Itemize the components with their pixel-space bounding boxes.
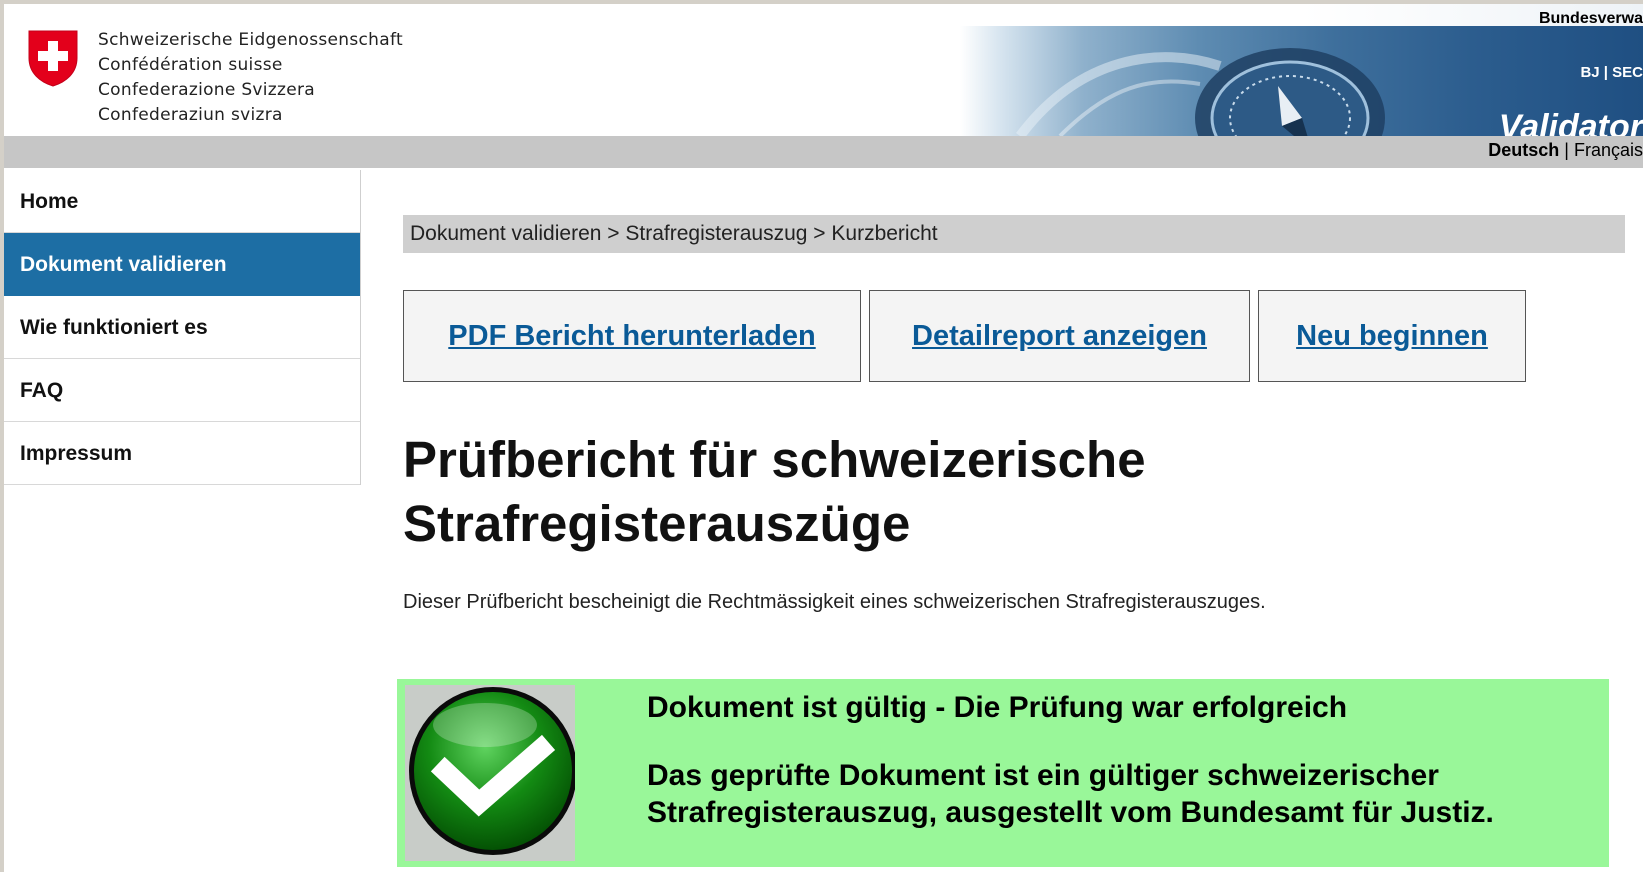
- detail-report-button[interactable]: Detailreport anzeigen: [869, 290, 1250, 382]
- page-title-line1: Prüfbericht für schweizerische: [403, 431, 1146, 488]
- result-icon-frame: [405, 685, 577, 861]
- confederation-name-rm: Confederaziun svizra: [98, 105, 283, 125]
- sidebar-item-home[interactable]: Home: [4, 170, 360, 233]
- validation-result: Dokument ist gültig - Die Prüfung war er…: [397, 679, 1609, 867]
- sidebar-nav: Home Dokument validieren Wie funktionier…: [4, 170, 361, 485]
- sidebar-item-wie-funktioniert-es[interactable]: Wie funktioniert es: [4, 296, 360, 359]
- checkmark-icon: [409, 687, 577, 855]
- header-banner: BJ | SEC Validator: [960, 26, 1643, 136]
- result-message: Das geprüfte Dokument ist ein gültiger s…: [647, 757, 1587, 831]
- confederation-name-it: Confederazione Svizzera: [98, 80, 316, 100]
- result-title: Dokument ist gültig - Die Prüfung war er…: [647, 691, 1348, 724]
- pdf-download-button[interactable]: PDF Bericht herunterladen: [403, 290, 861, 382]
- pdf-download-link[interactable]: PDF Bericht herunterladen: [448, 320, 815, 353]
- language-fr-link[interactable]: Français: [1574, 140, 1643, 160]
- breadcrumb: Dokument validieren > Strafregisterauszu…: [403, 215, 1625, 253]
- language-bar: [4, 136, 1643, 168]
- confederation-name-fr: Confédération suisse: [98, 55, 283, 75]
- language-de-link[interactable]: Deutsch: [1488, 140, 1559, 160]
- restart-link[interactable]: Neu beginnen: [1296, 320, 1488, 353]
- confederation-names: Schweizerische Eidgenossenschaft Confédé…: [98, 28, 403, 128]
- swiss-coat-of-arms-icon: [28, 30, 78, 87]
- sidebar-item-impressum[interactable]: Impressum: [4, 422, 360, 485]
- language-switcher: Deutsch | Français: [1488, 140, 1643, 161]
- detail-report-link[interactable]: Detailreport anzeigen: [912, 320, 1207, 353]
- sidebar-item-dokument-validieren[interactable]: Dokument validieren: [4, 233, 360, 296]
- page-title: Prüfbericht für schweizerische Strafregi…: [403, 428, 1503, 556]
- sidebar-item-faq[interactable]: FAQ: [4, 359, 360, 422]
- intro-text: Dieser Prüfbericht bescheinigt die Recht…: [403, 591, 1266, 613]
- restart-button[interactable]: Neu beginnen: [1258, 290, 1526, 382]
- result-message-line1: Das geprüfte Dokument ist ein gültiger s…: [647, 759, 1439, 792]
- app-title: Validator: [1498, 108, 1643, 136]
- confederation-name-de: Schweizerische Eidgenossenschaft: [98, 30, 403, 50]
- language-separator: |: [1559, 140, 1574, 160]
- org-label: BJ | SEC: [1580, 64, 1643, 81]
- page-title-line2: Strafregisterauszüge: [403, 495, 911, 552]
- result-message-line2: Strafregisterauszug, ausgestellt vom Bun…: [647, 796, 1494, 829]
